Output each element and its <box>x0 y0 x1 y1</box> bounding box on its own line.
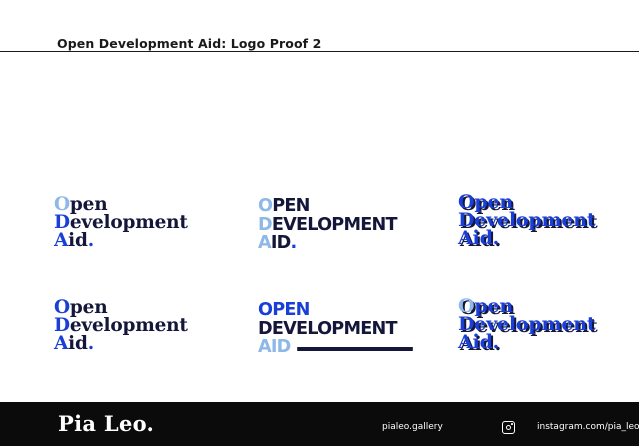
logo-line-aid: Aid. <box>458 331 595 353</box>
logo-line-aid: Aid. <box>54 333 188 354</box>
logo-variant-4: Open Development Aid. <box>54 298 188 354</box>
logo-initial-a: A <box>458 227 473 249</box>
logo-variant-6: Open Development Aid. <box>458 297 596 353</box>
logo-variant-5: OPEN DEVELOPMENT AID <box>258 300 413 357</box>
footer-bar: Pia Leo. pialeo.gallery instagram.com/pi… <box>0 402 639 446</box>
logo-line-aid: Aid. <box>54 230 188 251</box>
instagram-icon[interactable] <box>502 421 515 434</box>
header-divider <box>0 51 639 52</box>
logo-word: id <box>68 230 88 251</box>
website-link[interactable]: pialeo.gallery <box>382 422 443 432</box>
logo-word: id <box>68 333 88 354</box>
logo-line-aid: AID. <box>258 232 397 253</box>
logo-variant-1: Open Development Aid. <box>54 195 188 251</box>
logo-initial-a: A <box>54 230 69 251</box>
instagram-link[interactable]: instagram.com/pia_leo <box>537 422 639 432</box>
logo-initial-a: A <box>258 232 272 253</box>
logo-initial-a: A <box>54 333 69 354</box>
logo-variant-3: Open Development Aid. <box>458 193 596 249</box>
logo-line-aid: Aid. <box>458 227 595 249</box>
logo-word: id <box>472 331 493 353</box>
logo-dot: . <box>492 227 500 249</box>
logo-word: AID <box>258 336 291 357</box>
logo-line-aid: AID <box>258 336 413 357</box>
logo-dot: . <box>290 232 298 253</box>
page-title: Open Development Aid: Logo Proof 2 <box>57 36 322 51</box>
logo-word: id <box>472 227 493 249</box>
logo-dot: . <box>87 230 94 251</box>
logo-initial-a: A <box>458 331 473 353</box>
logo-rule <box>297 347 413 351</box>
logo-variant-2: OPEN DEVELOPMENT AID. <box>258 196 400 253</box>
logo-word: ID <box>270 232 291 253</box>
logo-dot: . <box>87 333 94 354</box>
brand-logo: Pia Leo. <box>58 411 155 436</box>
logo-dot: . <box>492 331 500 353</box>
